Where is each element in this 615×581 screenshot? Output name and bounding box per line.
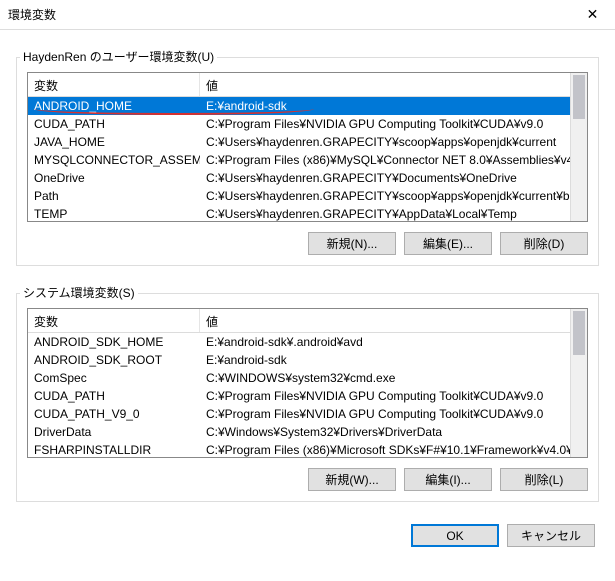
- system-vars-box: 変数 値 ANDROID_SDK_HOMEE:¥android-sdk¥.and…: [16, 293, 599, 502]
- column-header-value[interactable]: 値: [200, 309, 587, 332]
- var-value-cell: C:¥Users¥haydenren.GRAPECITY¥scoop¥apps¥…: [200, 187, 570, 205]
- dialog-content: HaydenRen のユーザー環境変数(U) 変数 値 ANDROID_HOME…: [0, 30, 615, 502]
- var-name-cell: CUDA_PATH_V9_0: [28, 405, 200, 423]
- var-name-cell: CUDA_PATH: [28, 387, 200, 405]
- user-vars-buttons: 新規(N)... 編集(E)... 削除(D): [27, 232, 588, 255]
- column-header-name[interactable]: 変数: [28, 73, 200, 96]
- var-value-cell: C:¥WINDOWS¥system32¥cmd.exe: [200, 369, 570, 387]
- var-value-cell: C:¥Windows¥System32¥Drivers¥DriverData: [200, 423, 570, 441]
- var-name-cell: TEMP: [28, 205, 200, 221]
- var-name-cell: ANDROID_HOME: [28, 97, 200, 115]
- delete-user-var-button[interactable]: 削除(D): [500, 232, 588, 255]
- var-name-cell: FSHARPINSTALLDIR: [28, 441, 200, 457]
- window-title: 環境変数: [8, 6, 570, 23]
- var-name-cell: ANDROID_SDK_HOME: [28, 333, 200, 351]
- var-name-cell: MYSQLCONNECTOR_ASSEM...: [28, 151, 200, 169]
- user-vars-label: HaydenRen のユーザー環境変数(U): [20, 48, 217, 65]
- user-vars-listview[interactable]: 変数 値 ANDROID_HOMEE:¥android-sdkCUDA_PATH…: [27, 72, 588, 222]
- scroll-thumb[interactable]: [573, 75, 585, 119]
- var-value-cell: C:¥Program Files¥NVIDIA GPU Computing To…: [200, 115, 570, 133]
- scrollbar[interactable]: [570, 73, 587, 221]
- edit-system-var-button[interactable]: 編集(I)...: [404, 468, 492, 491]
- var-value-cell: E:¥android-sdk¥.android¥avd: [200, 333, 570, 351]
- var-value-cell: C:¥Users¥haydenren.GRAPECITY¥scoop¥apps¥…: [200, 133, 570, 151]
- table-row[interactable]: FSHARPINSTALLDIRC:¥Program Files (x86)¥M…: [28, 441, 570, 457]
- var-value-cell: C:¥Users¥haydenren.GRAPECITY¥AppData¥Loc…: [200, 205, 570, 221]
- var-value-cell: C:¥Program Files¥NVIDIA GPU Computing To…: [200, 405, 570, 423]
- user-vars-body: ANDROID_HOMEE:¥android-sdkCUDA_PATHC:¥Pr…: [28, 97, 570, 221]
- titlebar: 環境変数 ✕: [0, 0, 615, 30]
- table-row[interactable]: ANDROID_HOMEE:¥android-sdk: [28, 97, 570, 115]
- var-name-cell: JAVA_HOME: [28, 133, 200, 151]
- var-name-cell: ComSpec: [28, 369, 200, 387]
- var-name-cell: CUDA_PATH: [28, 115, 200, 133]
- edit-user-var-button[interactable]: 編集(E)...: [404, 232, 492, 255]
- var-value-cell: C:¥Program Files (x86)¥MySQL¥Connector N…: [200, 151, 570, 169]
- close-icon: ✕: [587, 6, 599, 23]
- table-row[interactable]: OneDriveC:¥Users¥haydenren.GRAPECITY¥Doc…: [28, 169, 570, 187]
- ok-button[interactable]: OK: [411, 524, 499, 547]
- user-vars-box: 変数 値 ANDROID_HOMEE:¥android-sdkCUDA_PATH…: [16, 57, 599, 266]
- user-vars-header: 変数 値: [28, 73, 587, 97]
- var-name-cell: DriverData: [28, 423, 200, 441]
- var-value-cell: C:¥Program Files¥NVIDIA GPU Computing To…: [200, 387, 570, 405]
- var-name-cell: OneDrive: [28, 169, 200, 187]
- table-row[interactable]: MYSQLCONNECTOR_ASSEM...C:¥Program Files …: [28, 151, 570, 169]
- var-name-cell: ANDROID_SDK_ROOT: [28, 351, 200, 369]
- system-vars-header: 変数 値: [28, 309, 587, 333]
- var-value-cell: E:¥android-sdk: [200, 97, 570, 115]
- system-vars-listview[interactable]: 変数 値 ANDROID_SDK_HOMEE:¥android-sdk¥.and…: [27, 308, 588, 458]
- var-value-cell: E:¥android-sdk: [200, 351, 570, 369]
- user-vars-group: HaydenRen のユーザー環境変数(U) 変数 値 ANDROID_HOME…: [16, 40, 599, 266]
- var-value-cell: C:¥Program Files (x86)¥Microsoft SDKs¥F#…: [200, 441, 570, 457]
- scroll-thumb[interactable]: [573, 311, 585, 355]
- system-vars-label: システム環境変数(S): [20, 284, 138, 301]
- var-value-cell: C:¥Users¥haydenren.GRAPECITY¥Documents¥O…: [200, 169, 570, 187]
- cancel-button[interactable]: キャンセル: [507, 524, 595, 547]
- table-row[interactable]: JAVA_HOMEC:¥Users¥haydenren.GRAPECITY¥sc…: [28, 133, 570, 151]
- table-row[interactable]: CUDA_PATHC:¥Program Files¥NVIDIA GPU Com…: [28, 387, 570, 405]
- dialog-footer: OK キャンセル: [0, 512, 615, 561]
- var-name-cell: Path: [28, 187, 200, 205]
- column-header-name[interactable]: 変数: [28, 309, 200, 332]
- table-row[interactable]: ANDROID_SDK_HOMEE:¥android-sdk¥.android¥…: [28, 333, 570, 351]
- table-row[interactable]: PathC:¥Users¥haydenren.GRAPECITY¥scoop¥a…: [28, 187, 570, 205]
- table-row[interactable]: CUDA_PATH_V9_0C:¥Program Files¥NVIDIA GP…: [28, 405, 570, 423]
- system-vars-group: システム環境変数(S) 変数 値 ANDROID_SDK_HOMEE:¥andr…: [16, 276, 599, 502]
- new-system-var-button[interactable]: 新規(W)...: [308, 468, 396, 491]
- table-row[interactable]: TEMPC:¥Users¥haydenren.GRAPECITY¥AppData…: [28, 205, 570, 221]
- table-row[interactable]: ANDROID_SDK_ROOTE:¥android-sdk: [28, 351, 570, 369]
- system-vars-body: ANDROID_SDK_HOMEE:¥android-sdk¥.android¥…: [28, 333, 570, 457]
- column-header-value[interactable]: 値: [200, 73, 587, 96]
- close-button[interactable]: ✕: [570, 0, 615, 30]
- table-row[interactable]: ComSpecC:¥WINDOWS¥system32¥cmd.exe: [28, 369, 570, 387]
- new-user-var-button[interactable]: 新規(N)...: [308, 232, 396, 255]
- system-vars-buttons: 新規(W)... 編集(I)... 削除(L): [27, 468, 588, 491]
- scrollbar[interactable]: [570, 309, 587, 457]
- table-row[interactable]: CUDA_PATHC:¥Program Files¥NVIDIA GPU Com…: [28, 115, 570, 133]
- delete-system-var-button[interactable]: 削除(L): [500, 468, 588, 491]
- table-row[interactable]: DriverDataC:¥Windows¥System32¥Drivers¥Dr…: [28, 423, 570, 441]
